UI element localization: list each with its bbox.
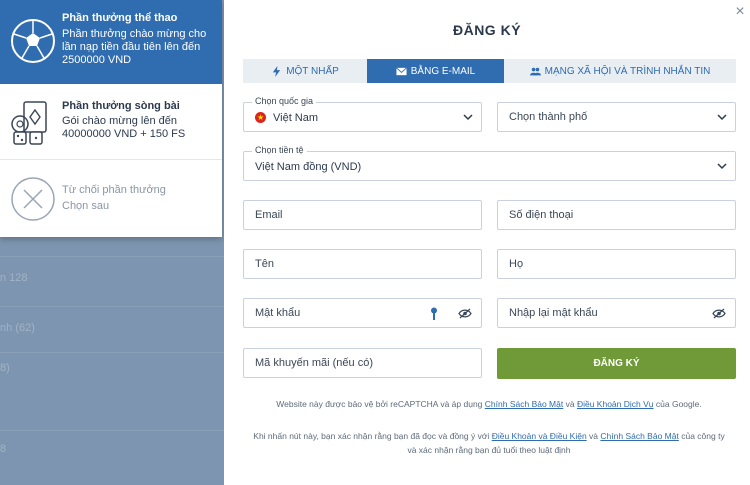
bonus-sport[interactable]: Phần thưởng thể thao Phần thưởng chào mừ… (0, 0, 222, 84)
country-select[interactable]: Chọn quốc gia ★ Việt Nam (243, 96, 482, 132)
terms-conditions-link[interactable]: Điều Khoản và Điều Kiện (492, 431, 587, 441)
currency-select[interactable]: Chọn tiền tệ Việt Nam đồng (VND) (243, 145, 736, 181)
privacy-policy-link[interactable]: Chính Sách Bảo Mật (485, 399, 563, 409)
password-repeat-field[interactable]: Nhập lại mật khẩu (497, 298, 736, 328)
and-text: và (589, 431, 599, 441)
chevron-down-icon (717, 114, 727, 121)
background-text: nh (62) (0, 322, 35, 334)
email-placeholder: Email (255, 209, 283, 221)
bonus-casino[interactable]: Phần thưởng sòng bài Gói chào mừng lên đ… (0, 84, 222, 160)
phone-placeholder: Số điện thoại (509, 209, 574, 221)
password-field[interactable]: Mật khẩu (243, 298, 482, 328)
currency-value: Việt Nam đồng (VND) (255, 161, 362, 173)
lightning-icon (273, 65, 281, 77)
background-text: 8) (0, 362, 10, 374)
close-circle-icon (11, 177, 55, 221)
background-text: 8 (0, 443, 7, 455)
registration-tabs: MỘT NHẤP BẰNG E-MAIL MẠNG XÃ HỘI VÀ TRÌN… (243, 59, 736, 83)
currency-label: Chọn tiền tệ (252, 145, 307, 155)
country-label: Chọn quốc gia (252, 96, 317, 106)
tab-email[interactable]: BẰNG E-MAIL (367, 59, 504, 83)
flag-star-icon: ★ (257, 113, 265, 122)
background-row (0, 430, 224, 480)
last-name-placeholder: Họ (509, 258, 524, 270)
close-icon[interactable]: × (732, 4, 748, 20)
bonus-sport-title: Phần thưởng thể thao (62, 12, 178, 24)
recaptcha-note: Website này được bảo vệ bởi reCAPTCHA và… (236, 397, 742, 411)
agreement-post-text: của công ty (681, 431, 725, 441)
bonus-casino-title: Phần thưởng sòng bài (62, 100, 180, 112)
terms-of-service-link[interactable]: Điều Khoản Dịch Vụ (577, 399, 654, 409)
eye-hidden-icon[interactable] (712, 308, 726, 319)
agreement-text: Khi nhấn nút này, bạn xác nhận rằng bạn … (253, 431, 490, 441)
tab-social-label: MẠNG XÃ HỘI VÀ TRÌNH NHẮN TIN (544, 65, 711, 77)
modal-title: ĐĂNG KÝ (452, 22, 522, 38)
promo-placeholder: Mã khuyến mãi (nếu có) (255, 357, 373, 369)
password-repeat-placeholder: Nhập lại mật khẩu (509, 307, 598, 319)
email-field[interactable]: Email (243, 200, 482, 230)
agreement-note: Khi nhấn nút này, bạn xác nhận rằng bạn … (236, 429, 742, 457)
age-confirmation-text: và xác nhận rằng bạn đủ tuổi theo luật đ… (407, 445, 571, 455)
city-select[interactable]: Chọn thành phố (497, 102, 736, 132)
recaptcha-text: Website này được bảo vệ bởi reCAPTCHA và… (276, 399, 483, 409)
recaptcha-post-text: của Google. (655, 399, 702, 409)
bonus-decline-title: Từ chối phần thưởng (62, 184, 166, 196)
country-value: Việt Nam (273, 112, 319, 124)
casino-cards-dice-icon (11, 101, 47, 145)
bonus-decline[interactable]: Từ chối phần thưởng Chọn sau (0, 160, 222, 237)
promo-code-field[interactable]: Mã khuyến mãi (nếu có) (243, 348, 482, 378)
bonus-decline-desc: Chọn sau (62, 200, 110, 212)
background-row (0, 352, 224, 402)
register-button[interactable]: ĐĂNG KÝ (497, 348, 736, 379)
envelope-icon (395, 66, 407, 75)
background-text: n 128 (0, 272, 28, 284)
first-name-placeholder: Tên (255, 258, 274, 270)
tab-one-click[interactable]: MỘT NHẤP (243, 59, 367, 83)
background-row (0, 256, 224, 306)
chevron-down-icon (463, 114, 473, 121)
bonus-selector: Phần thưởng thể thao Phần thưởng chào mừ… (0, 0, 222, 237)
city-placeholder: Chọn thành phố (509, 111, 588, 123)
phone-field[interactable]: Số điện thoại (497, 200, 736, 230)
first-name-field[interactable]: Tên (243, 249, 482, 279)
password-placeholder: Mật khẩu (255, 307, 301, 319)
users-icon (529, 67, 541, 75)
last-name-field[interactable]: Họ (497, 249, 736, 279)
soccer-ball-icon (11, 19, 55, 63)
tab-social[interactable]: MẠNG XÃ HỘI VÀ TRÌNH NHẮN TIN (504, 59, 736, 83)
and-text: và (565, 399, 575, 409)
eye-hidden-icon[interactable] (458, 308, 472, 319)
tab-email-label: BẰNG E-MAIL (410, 65, 476, 77)
chevron-down-icon (717, 163, 727, 170)
tab-one-click-label: MỘT NHẤP (286, 65, 339, 77)
key-icon[interactable] (430, 307, 438, 320)
privacy-policy-link-2[interactable]: Chính Sách Bảo Mật (600, 431, 678, 441)
bonus-sport-desc: Phần thưởng chào mừng cho lần nạp tiền đ… (62, 28, 207, 66)
bonus-casino-desc: Gói chào mừng lên đến 40000000 VND + 150… (62, 115, 186, 140)
